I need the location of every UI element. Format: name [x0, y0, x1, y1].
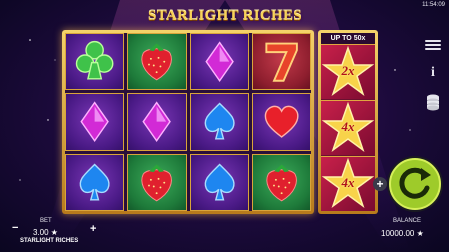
clock: 11:54:09 — [422, 2, 445, 8]
spin-plus-button[interactable]: + — [373, 177, 387, 191]
menu-icon-bar — [425, 48, 441, 50]
diamond-icon — [142, 101, 172, 143]
reel-cell — [65, 33, 125, 91]
balance-label: BALANCE — [393, 218, 422, 224]
reel-cell — [251, 153, 311, 211]
reel-cell — [251, 93, 311, 151]
game-title-text: STARLIGHT RICHES — [148, 8, 302, 24]
menu-button[interactable] — [425, 38, 441, 52]
diamond-icon — [80, 101, 109, 143]
game-title: STARLIGHT RICHES — [130, 5, 320, 27]
reel-cell — [127, 93, 187, 151]
club-icon — [75, 40, 114, 80]
spade-icon — [204, 163, 235, 201]
reel-grid — [65, 33, 311, 211]
reel-cell — [189, 93, 249, 151]
menu-icon — [425, 40, 441, 42]
multiplier-cell: 2x — [321, 44, 375, 99]
info-button[interactable]: i — [428, 66, 438, 80]
bet-value: 3.00 ★ — [33, 228, 58, 237]
spin-button[interactable] — [386, 155, 444, 213]
multiplier-cell: 4x — [321, 156, 375, 211]
multiplier-header: UP TO 50x — [321, 33, 375, 44]
heart-icon — [264, 106, 299, 139]
reel-cell — [189, 33, 249, 91]
coins-button[interactable] — [424, 93, 442, 111]
menu-icon-bar — [425, 44, 441, 46]
seven-icon — [265, 42, 298, 82]
bet-label: BET — [40, 218, 52, 224]
reel-cell — [127, 33, 187, 91]
spin-icon — [387, 156, 443, 212]
strawberry-icon — [141, 164, 173, 201]
bet-decrease-button[interactable]: − — [12, 222, 18, 234]
reel-cell — [251, 33, 311, 91]
reel-cell — [65, 93, 125, 151]
multiplier-cell: 4x — [321, 100, 375, 155]
multiplier-column: UP TO 50x 2x 4x 4x — [318, 30, 378, 214]
coins-icon — [427, 94, 439, 111]
reel-cell — [65, 153, 125, 211]
game-name: STARLIGHT RICHES — [20, 238, 79, 244]
spade-icon — [204, 102, 235, 140]
balance-value: 10000.00 ★ — [381, 229, 424, 238]
strawberry-icon — [141, 43, 173, 81]
multiplier-label: 4x — [341, 119, 355, 134]
reel-cell — [189, 153, 249, 211]
bet-increase-button[interactable]: + — [90, 223, 96, 235]
multiplier-label: 4x — [341, 175, 355, 190]
reel-cell — [127, 153, 187, 211]
multiplier-label: 2x — [341, 63, 355, 78]
diamond-icon — [204, 41, 234, 82]
spade-icon — [79, 163, 110, 201]
reel-frame — [62, 30, 314, 214]
multiplier-inner: UP TO 50x 2x 4x 4x — [321, 33, 375, 211]
strawberry-icon — [266, 164, 297, 201]
